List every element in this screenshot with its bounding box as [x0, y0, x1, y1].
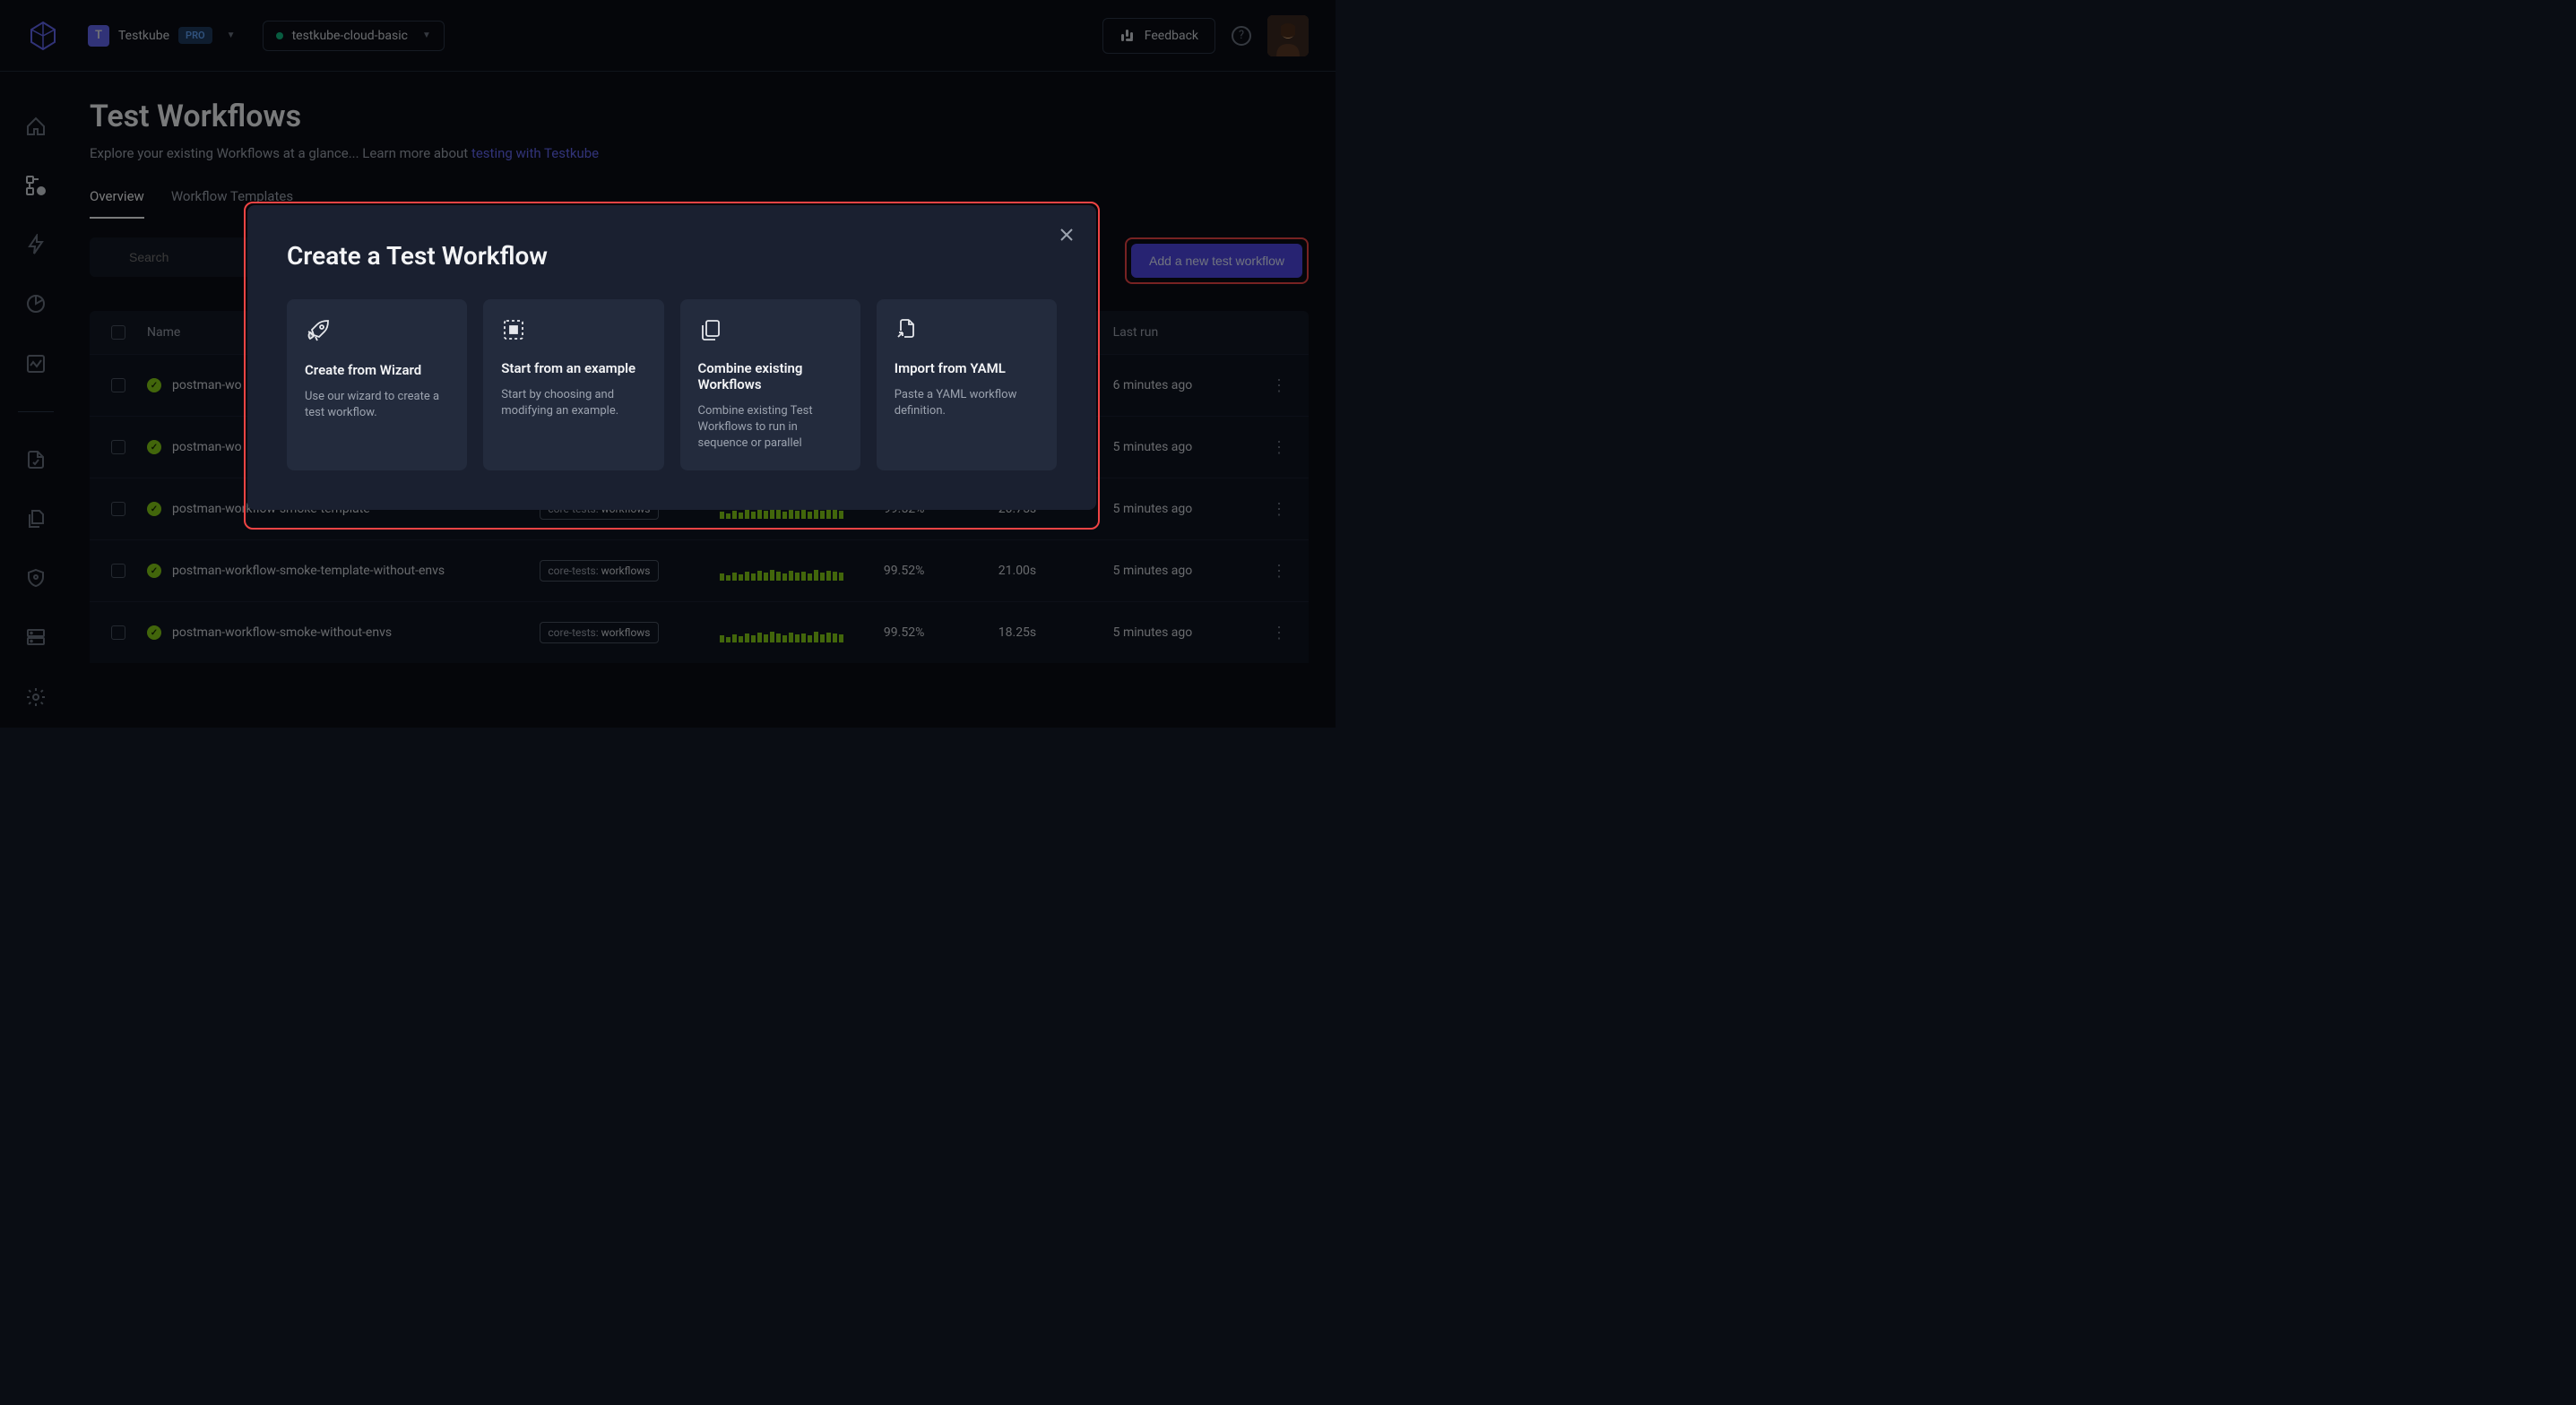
card-title: Import from YAML	[895, 360, 1039, 376]
select-icon	[501, 317, 645, 342]
modal-title: Create a Test Workflow	[287, 241, 1057, 271]
card-title: Create from Wizard	[305, 362, 449, 378]
modal-close-button[interactable]	[1059, 227, 1075, 243]
copy-icon	[698, 317, 843, 342]
card-desc: Combine existing Test Workflows to run i…	[698, 403, 843, 453]
import-icon	[895, 317, 1039, 342]
card-combine-workflows[interactable]: Combine existing Workflows Combine exist…	[680, 299, 860, 470]
close-icon	[1059, 227, 1075, 243]
card-title: Combine existing Workflows	[698, 360, 843, 392]
card-import-yaml[interactable]: Import from YAML Paste a YAML workflow d…	[877, 299, 1057, 470]
modal-card-grid: Create from Wizard Use our wizard to cre…	[287, 299, 1057, 470]
create-workflow-modal: Create a Test Workflow Create from Wizar…	[247, 205, 1096, 510]
card-desc: Start by choosing and modifying an examp…	[501, 387, 645, 419]
card-create-wizard[interactable]: Create from Wizard Use our wizard to cre…	[287, 299, 467, 470]
card-desc: Paste a YAML workflow definition.	[895, 387, 1039, 419]
card-desc: Use our wizard to create a test workflow…	[305, 389, 449, 421]
card-start-example[interactable]: Start from an example Start by choosing …	[483, 299, 663, 470]
rocket-icon	[305, 317, 449, 344]
card-title: Start from an example	[501, 360, 645, 376]
